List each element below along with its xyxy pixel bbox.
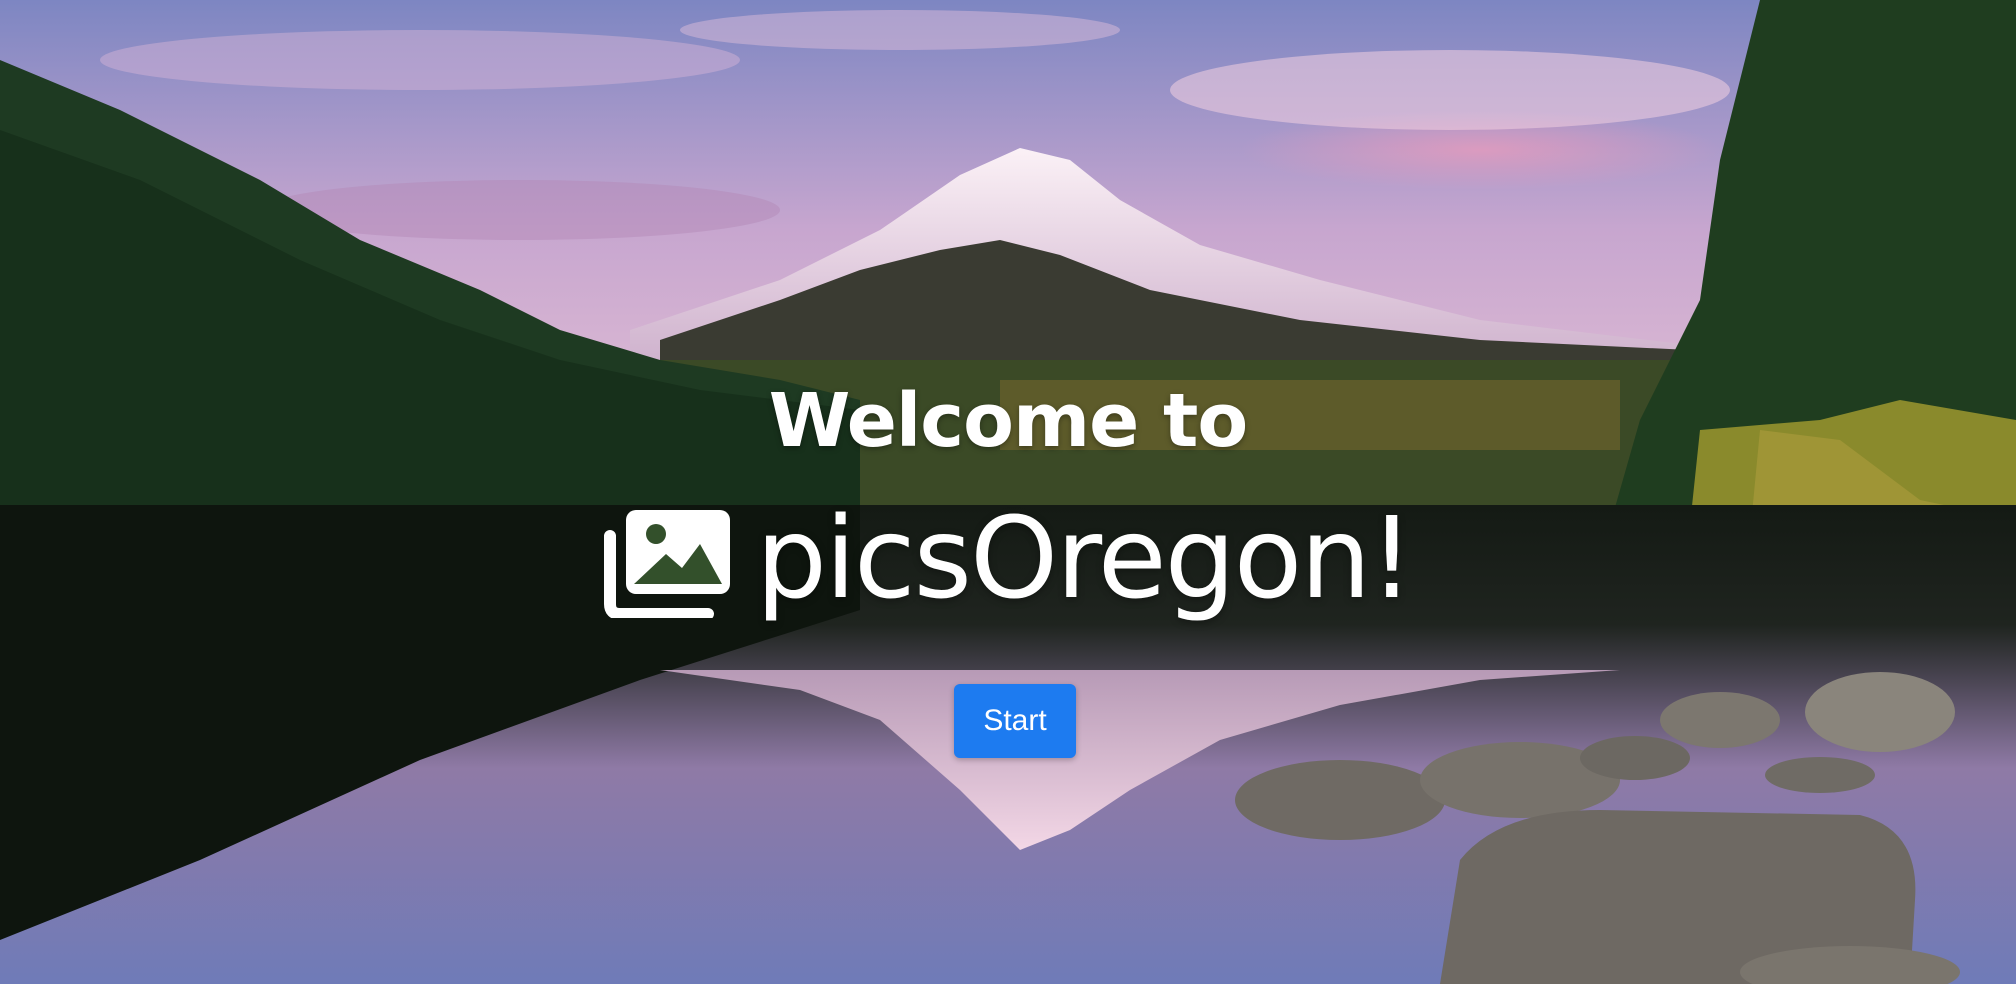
brand-name: picsOregon!	[755, 494, 1414, 624]
images-icon	[603, 510, 730, 618]
welcome-heading: Welcome to	[768, 378, 1249, 464]
background-landscape-image	[0, 0, 2016, 984]
start-button[interactable]: Start	[954, 684, 1076, 758]
hero-section: Welcome to picsOregon! Start	[0, 0, 2016, 984]
brand-logo: picsOregon!	[0, 500, 2016, 618]
